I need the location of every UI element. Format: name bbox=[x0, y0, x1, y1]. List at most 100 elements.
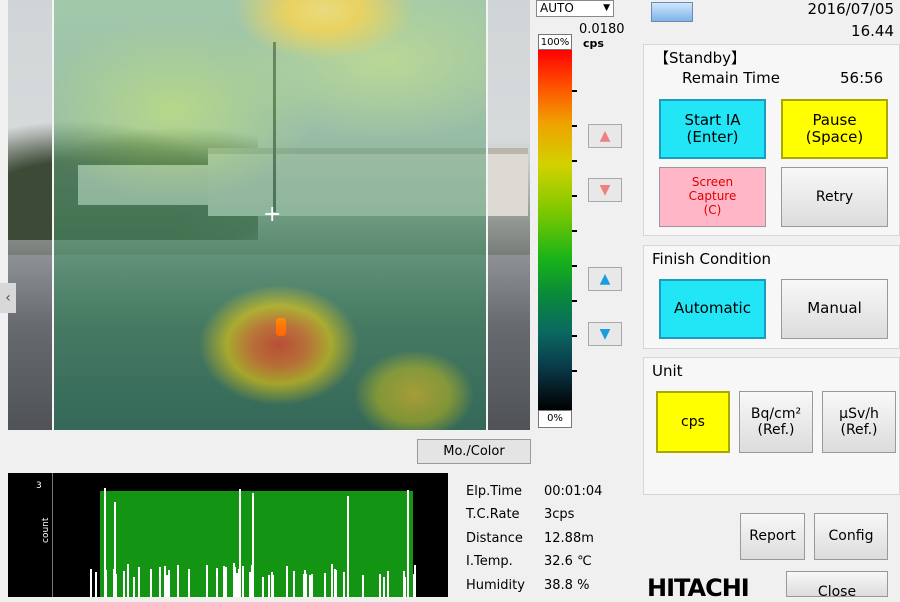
graph-bar bbox=[335, 569, 337, 597]
scale-mode-select[interactable]: AUTO ▼ bbox=[536, 0, 614, 17]
stat-label: Distance bbox=[466, 531, 523, 546]
count-graph: 3 count bbox=[8, 473, 448, 597]
graph-bar bbox=[414, 574, 416, 597]
unit-bq-label: Bq/cm² bbox=[750, 405, 802, 422]
left-arrow-icon[interactable]: ‹ bbox=[0, 283, 16, 313]
scale-max-value: 0.0180 bbox=[579, 22, 625, 37]
time-display: 16.44 bbox=[851, 22, 894, 40]
graph-bar bbox=[362, 574, 364, 597]
scale-mode-value: AUTO bbox=[540, 1, 574, 15]
scale-tick bbox=[572, 160, 577, 162]
screen-capture-label: Screen bbox=[691, 175, 734, 190]
unit-bq-ref: (Ref.) bbox=[757, 422, 795, 438]
graph-bar bbox=[311, 574, 313, 597]
graph-bar bbox=[234, 566, 236, 597]
color-up-button[interactable]: ▲ bbox=[588, 124, 622, 148]
standby-panel: 【Standby】 Remain Time 56:56 Start IA (En… bbox=[643, 44, 900, 236]
graph-bar bbox=[239, 489, 241, 597]
date-display: 2016/07/05 bbox=[807, 0, 894, 18]
graph-bar bbox=[305, 573, 307, 597]
graph-bar bbox=[133, 577, 135, 597]
automatic-button[interactable]: Automatic bbox=[659, 279, 766, 339]
retry-button[interactable]: Retry bbox=[781, 167, 888, 227]
scale-bottom-label: 0% bbox=[538, 410, 572, 428]
pause-label: Pause bbox=[812, 110, 857, 129]
graph-fill bbox=[100, 491, 413, 597]
graph-bar bbox=[343, 572, 345, 597]
graph-bar bbox=[168, 569, 170, 597]
graph-bar bbox=[95, 572, 97, 597]
report-button[interactable]: Report bbox=[740, 513, 805, 560]
graph-bar bbox=[90, 570, 92, 597]
graph-bar bbox=[127, 567, 129, 597]
remain-time-value: 56:56 bbox=[840, 69, 884, 87]
unit-bq-button[interactable]: Bq/cm² (Ref.) bbox=[739, 391, 813, 453]
unit-usv-button[interactable]: μSv/h (Ref.) bbox=[822, 391, 896, 453]
camera-view[interactable]: + bbox=[8, 0, 530, 430]
screen-capture-key: (C) bbox=[703, 202, 722, 217]
scale-up-button[interactable]: ▲ bbox=[588, 267, 622, 291]
pause-key: (Space) bbox=[805, 128, 864, 146]
stat-label: I.Temp. bbox=[466, 554, 513, 569]
graph-bar bbox=[206, 564, 208, 597]
stat-label: Elp.Time bbox=[466, 484, 523, 499]
color-down-button[interactable]: ▼ bbox=[588, 178, 622, 202]
stat-value: 38.8 % bbox=[544, 578, 590, 593]
screen-capture-button[interactable]: Screen Capture (C) bbox=[659, 167, 766, 227]
graph-bar bbox=[150, 569, 152, 597]
scale-tick bbox=[572, 90, 577, 92]
screen-capture-label-2: Capture bbox=[688, 189, 737, 204]
scale-down-button[interactable]: ▼ bbox=[588, 322, 622, 346]
graph-bar bbox=[387, 571, 389, 597]
graph-axis bbox=[52, 473, 53, 597]
graph-bar bbox=[331, 563, 333, 597]
scale-tick bbox=[572, 335, 577, 337]
graph-bar bbox=[293, 571, 295, 597]
graph-bar bbox=[383, 576, 385, 597]
remain-time-label: Remain Time bbox=[682, 69, 780, 87]
stat-value: 3cps bbox=[544, 507, 575, 522]
graph-bar bbox=[404, 576, 406, 597]
graph-bar bbox=[271, 571, 273, 597]
scale-unit: cps bbox=[583, 37, 604, 50]
chevron-down-icon: ▼ bbox=[603, 3, 610, 13]
hitachi-logo: HITACHI bbox=[647, 574, 750, 602]
pause-button[interactable]: Pause (Space) bbox=[781, 99, 888, 159]
graph-bar bbox=[252, 493, 254, 597]
view-frame-right bbox=[486, 0, 488, 430]
start-ia-button[interactable]: Start IA (Enter) bbox=[659, 99, 766, 159]
stat-value: 00:01:04 bbox=[544, 484, 603, 499]
unit-usv-label: μSv/h bbox=[839, 405, 879, 422]
graph-bar bbox=[164, 565, 166, 597]
unit-usv-ref: (Ref.) bbox=[840, 422, 878, 438]
start-ia-label: Start IA bbox=[684, 110, 741, 129]
config-button[interactable]: Config bbox=[814, 513, 888, 560]
unit-panel: Unit cps Bq/cm² (Ref.) μSv/h (Ref.) bbox=[643, 357, 900, 495]
unit-cps-button[interactable]: cps bbox=[656, 391, 730, 453]
color-scale-bar bbox=[538, 50, 572, 410]
graph-bar bbox=[105, 570, 107, 597]
graph-bar bbox=[115, 574, 117, 597]
mono-color-button[interactable]: Mo./Color bbox=[417, 439, 531, 464]
graph-bar bbox=[177, 564, 179, 597]
graph-bar bbox=[188, 568, 190, 597]
battery-icon bbox=[651, 2, 693, 22]
manual-button[interactable]: Manual bbox=[781, 279, 888, 339]
graph-bar bbox=[379, 573, 381, 597]
scale-tick bbox=[572, 230, 577, 232]
graph-bar bbox=[138, 567, 140, 597]
graph-bar bbox=[407, 489, 409, 597]
graph-y-label: count bbox=[41, 517, 51, 543]
close-button[interactable]: Close bbox=[786, 571, 888, 600]
graph-y-max: 3 bbox=[36, 481, 42, 491]
graph-bar bbox=[216, 567, 218, 597]
scale-tick bbox=[572, 195, 577, 197]
scale-top-label: 100% bbox=[538, 34, 572, 50]
graph-bar bbox=[347, 496, 349, 597]
graph-bar bbox=[159, 567, 161, 597]
scale-tick bbox=[572, 125, 577, 127]
graph-bar bbox=[123, 571, 125, 597]
stat-label: T.C.Rate bbox=[466, 507, 520, 522]
graph-bar bbox=[286, 566, 288, 597]
unit-title: Unit bbox=[652, 362, 683, 380]
